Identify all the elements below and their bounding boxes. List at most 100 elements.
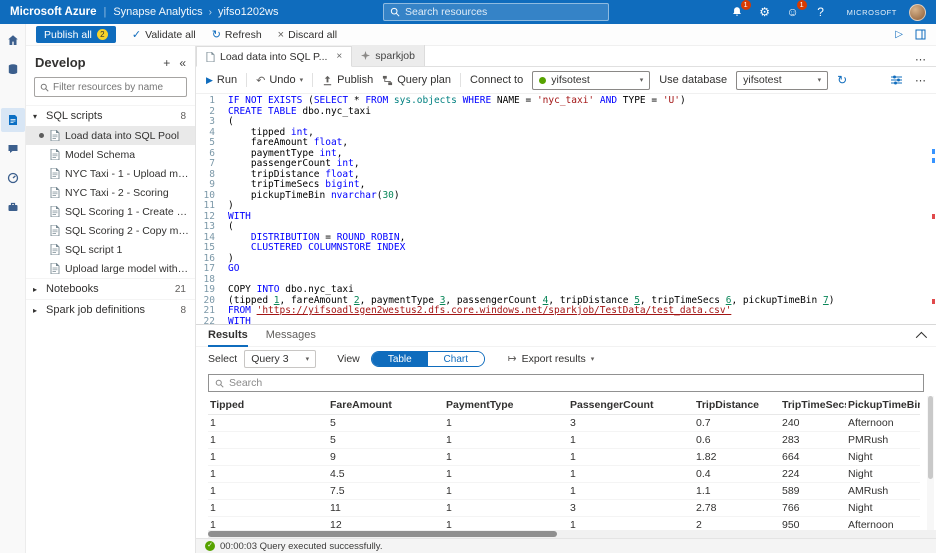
rail-integrate-icon[interactable] bbox=[1, 137, 25, 161]
search-icon bbox=[215, 379, 224, 388]
table-cell: 1 bbox=[444, 448, 568, 466]
tree-section-notebooks[interactable]: ▸ Notebooks 21 bbox=[26, 278, 195, 299]
run-button[interactable]: ▶ Run bbox=[206, 74, 237, 86]
table-row[interactable]: 1 5 1 3 0.7 240 Afternoon bbox=[208, 414, 920, 432]
use-database-select[interactable]: yifsotest ▾ bbox=[736, 70, 829, 90]
ruler-mark bbox=[932, 149, 935, 155]
refresh-database-icon[interactable]: ↻ bbox=[837, 73, 847, 87]
tree-item-model-schema[interactable]: Model Schema bbox=[26, 145, 195, 164]
global-search[interactable] bbox=[383, 3, 609, 21]
results-search[interactable] bbox=[208, 374, 924, 392]
rail-monitor-icon[interactable] bbox=[1, 166, 25, 190]
tree-item-sql-scoring-1-create-model-table[interactable]: SQL Scoring 1 - Create model table bbox=[26, 202, 195, 221]
code-line: GO bbox=[228, 263, 240, 274]
tree-item-sql-scoring-2-copy-model-into-mo[interactable]: SQL Scoring 2 - Copy model into mo... bbox=[26, 221, 195, 240]
avatar[interactable] bbox=[909, 3, 926, 21]
column-header-tripdistance[interactable]: TripDistance bbox=[694, 396, 780, 415]
table-cell: 1 bbox=[444, 465, 568, 483]
column-header-fareamount[interactable]: FareAmount bbox=[328, 396, 444, 415]
refresh-button[interactable]: ↻ Refresh bbox=[212, 28, 262, 42]
connect-to-select[interactable]: yifsotest ▾ bbox=[532, 70, 651, 90]
view-chart-option[interactable]: Chart bbox=[427, 352, 484, 366]
filter-resources[interactable] bbox=[34, 77, 187, 97]
bell-icon[interactable]: 1 bbox=[729, 0, 751, 20]
chevron-down-icon: ▾ bbox=[817, 77, 822, 84]
tree-item-label: Load data into SQL Pool bbox=[65, 129, 180, 142]
undo-label: Undo bbox=[269, 74, 296, 86]
column-header-tipped[interactable]: Tipped bbox=[208, 396, 328, 415]
line-number: 3 bbox=[209, 116, 215, 127]
table-cell: 240 bbox=[780, 414, 846, 432]
editor-code[interactable]: IF NOT EXISTS (SELECT * FROM sys.objects… bbox=[220, 94, 936, 324]
table-row[interactable]: 1 11 1 3 2.78 766 Night bbox=[208, 499, 920, 517]
tab-load-data-into-sql-pool[interactable]: Load data into SQL P... × bbox=[196, 46, 353, 67]
table-cell: 1 bbox=[444, 516, 568, 530]
query-select[interactable]: Query 3 ▾ bbox=[244, 350, 317, 368]
scrollbar-thumb[interactable] bbox=[928, 396, 933, 480]
gear-icon[interactable]: ⚙ bbox=[757, 4, 773, 20]
publish-all-button[interactable]: Publish all 2 bbox=[36, 26, 116, 43]
rail-manage-icon[interactable] bbox=[1, 195, 25, 219]
export-results-button[interactable]: ↦ Export results ▾ bbox=[508, 353, 595, 365]
undo-button[interactable]: ↶ Undo ▾ bbox=[256, 74, 303, 87]
tree-item-label: SQL Scoring 1 - Create model table bbox=[65, 205, 191, 218]
help-icon[interactable]: ? bbox=[813, 4, 829, 20]
table-row[interactable]: 1 7.5 1 1 1.1 589 AMRush bbox=[208, 482, 920, 500]
view-table-option[interactable]: Table bbox=[371, 352, 428, 366]
settings-sliders-icon[interactable] bbox=[890, 74, 903, 86]
query-plan-button[interactable]: Query plan bbox=[382, 74, 451, 86]
table-cell: 1 bbox=[444, 414, 568, 432]
sql-editor[interactable]: 1 2 3 4 5 6 7 8 9 10 11 12 13 14 15 16 17 18 19 20 21 22 IF N… bbox=[196, 94, 936, 324]
global-search-input[interactable] bbox=[405, 6, 602, 18]
rail-develop-icon[interactable] bbox=[0, 108, 25, 132]
overview-ruler bbox=[932, 94, 935, 324]
collapse-results-icon[interactable] bbox=[915, 331, 928, 343]
rail-home-icon[interactable] bbox=[1, 28, 25, 52]
sql-script-icon bbox=[50, 130, 60, 141]
tab-more-actions-icon[interactable]: ⋯ bbox=[905, 53, 936, 66]
tab-sparkjob[interactable]: sparkjob bbox=[352, 45, 425, 66]
feedback-icon[interactable]: ☺ 1 bbox=[785, 0, 807, 20]
table-cell: 1 bbox=[208, 482, 328, 500]
tree-item-nyc-taxi-2-scoring[interactable]: NYC Taxi - 2 - Scoring bbox=[26, 183, 195, 202]
chevron-down-icon: ▾ bbox=[639, 77, 644, 84]
breadcrumb-app[interactable]: Synapse Analytics bbox=[113, 6, 202, 18]
breadcrumb-workspace[interactable]: yifso1202ws bbox=[218, 6, 279, 18]
publish-button[interactable]: Publish bbox=[322, 74, 373, 86]
column-header-pickuptimebin[interactable]: PickupTimeBin bbox=[846, 396, 920, 415]
results-search-input[interactable] bbox=[229, 377, 917, 389]
horizontal-scrollbar[interactable] bbox=[208, 530, 936, 538]
more-actions-icon[interactable]: ⋯ bbox=[915, 74, 926, 87]
collapse-panel-icon[interactable]: « bbox=[179, 56, 186, 70]
filter-resources-input[interactable] bbox=[53, 81, 181, 93]
layout-icon[interactable] bbox=[915, 29, 926, 40]
table-cell: 1 bbox=[208, 414, 328, 432]
table-cell: 283 bbox=[780, 431, 846, 449]
column-header-passengercount[interactable]: PassengerCount bbox=[568, 396, 694, 415]
tree-section-spark-job-definitions[interactable]: ▸ Spark job definitions 8 bbox=[26, 299, 195, 320]
table-cell: PMRush bbox=[846, 431, 920, 449]
scrollbar-thumb[interactable] bbox=[208, 531, 558, 537]
rail-data-icon[interactable] bbox=[1, 57, 25, 81]
column-header-paymenttype[interactable]: PaymentType bbox=[444, 396, 568, 415]
triangle-icon[interactable]: ▷ bbox=[895, 29, 903, 40]
close-tab-icon[interactable]: × bbox=[336, 51, 342, 62]
table-row[interactable]: 1 5 1 1 0.6 283 PMRush bbox=[208, 431, 920, 449]
add-resource-icon[interactable]: + bbox=[163, 56, 170, 70]
table-row[interactable]: 1 12 1 1 2 950 Afternoon bbox=[208, 516, 920, 530]
discard-all-button[interactable]: × Discard all bbox=[278, 29, 337, 41]
table-row[interactable]: 1 9 1 1 1.82 664 Night bbox=[208, 448, 920, 466]
tree-item-nyc-taxi-1-upload-model[interactable]: NYC Taxi - 1 - Upload model bbox=[26, 164, 195, 183]
line-number: 15 bbox=[203, 242, 215, 253]
chevron-down-icon: ▾ bbox=[305, 356, 310, 363]
tree-item-sql-script-1[interactable]: SQL script 1 bbox=[26, 240, 195, 259]
vertical-scrollbar[interactable] bbox=[927, 396, 934, 530]
table-row[interactable]: 1 4.5 1 1 0.4 224 Night bbox=[208, 465, 920, 483]
tree-item-upload-large-model-with-copy-into[interactable]: Upload large model with COPY INTO bbox=[26, 259, 195, 278]
validate-all-button[interactable]: ✓ Validate all bbox=[132, 28, 196, 42]
tree-item-load-data-into-sql-pool[interactable]: Load data into SQL Pool bbox=[26, 126, 195, 145]
tab-results[interactable]: Results bbox=[208, 325, 248, 347]
tree-section-sql-scripts[interactable]: ▾ SQL scripts 8 bbox=[26, 105, 195, 126]
column-header-triptimesecs[interactable]: TripTimeSecs bbox=[780, 396, 846, 415]
tab-messages[interactable]: Messages bbox=[266, 325, 316, 347]
